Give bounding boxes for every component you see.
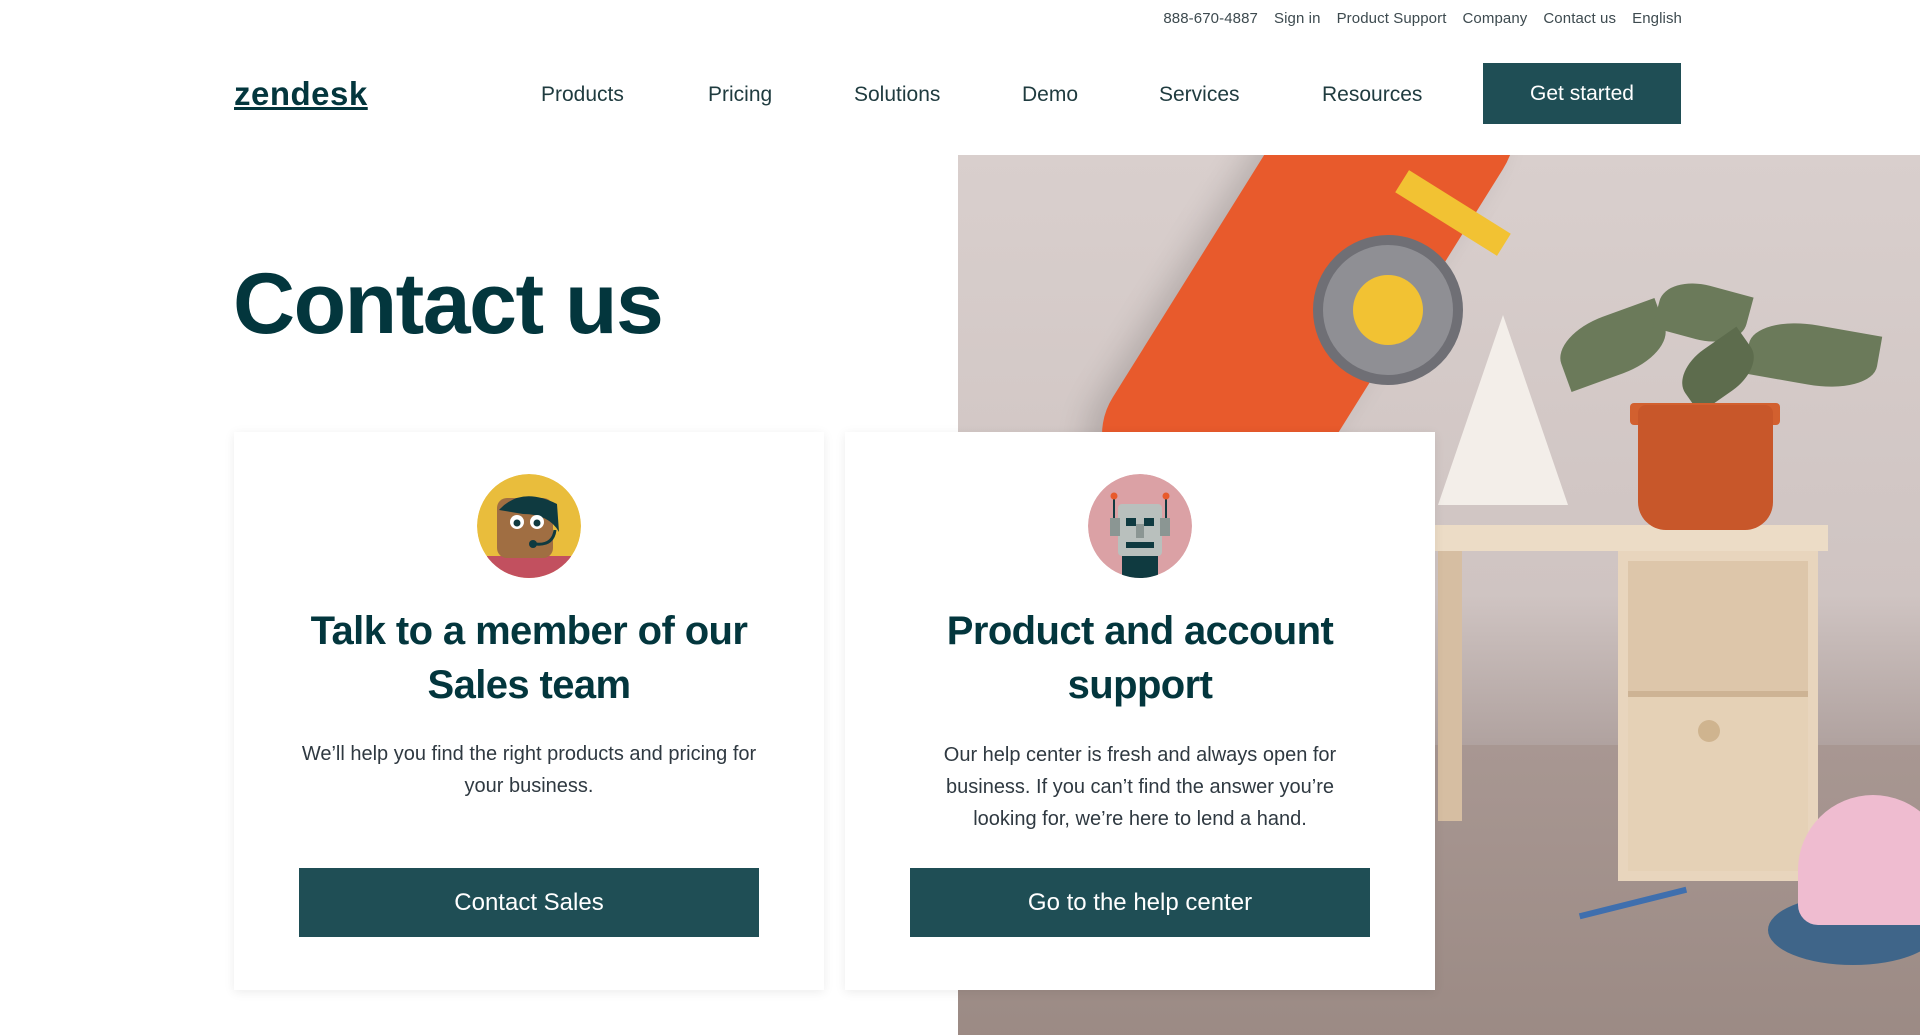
drawer-knob-shape [1698,720,1720,742]
company-link[interactable]: Company [1462,10,1527,27]
contact-page: 888-670-4887 Sign in Product Support Com… [0,0,1920,1035]
sales-card: Talk to a member of our Sales team We’ll… [234,432,824,990]
product-support-link[interactable]: Product Support [1337,10,1447,27]
nav-products[interactable]: Products [541,83,624,107]
sign-in-link[interactable]: Sign in [1274,10,1321,27]
dial-center-shape [1353,275,1423,345]
phone-link[interactable]: 888-670-4887 [1163,10,1258,27]
plant-leaf-shape [1743,314,1883,396]
sales-card-description: We’ll help you find the right products a… [301,743,757,797]
page-title: Contact us [233,256,664,352]
nav-pricing[interactable]: Pricing [708,83,772,107]
contact-sales-button[interactable]: Contact Sales [299,868,759,937]
triangle-block-shape [1438,315,1568,505]
nav-resources[interactable]: Resources [1322,83,1422,107]
support-card-description: Our help center is fresh and always open… [943,744,1337,830]
support-card: Product and account support Our help cen… [845,432,1435,990]
desk-leg-shape [1438,551,1462,821]
support-card-heading: Product and account support [946,609,1334,707]
robot-avatar-icon [1088,474,1192,578]
nav-demo[interactable]: Demo [1022,83,1078,107]
get-started-button[interactable]: Get started [1483,63,1681,124]
language-selector[interactable]: English [1632,10,1682,27]
main-nav: Products Pricing Solutions Demo Services… [0,63,1920,125]
desk-drawer-shape [1628,691,1808,871]
utility-nav: 888-670-4887 Sign in Product Support Com… [1163,10,1682,27]
nav-solutions[interactable]: Solutions [854,83,940,107]
contact-us-link[interactable]: Contact us [1543,10,1616,27]
flower-pot-shape [1638,405,1773,530]
sales-card-heading: Talk to a member of our Sales team [310,609,748,707]
sales-agent-avatar-icon [477,474,581,578]
nav-services[interactable]: Services [1159,83,1240,107]
help-center-button[interactable]: Go to the help center [910,868,1370,937]
desk-top-shape [1428,525,1828,551]
